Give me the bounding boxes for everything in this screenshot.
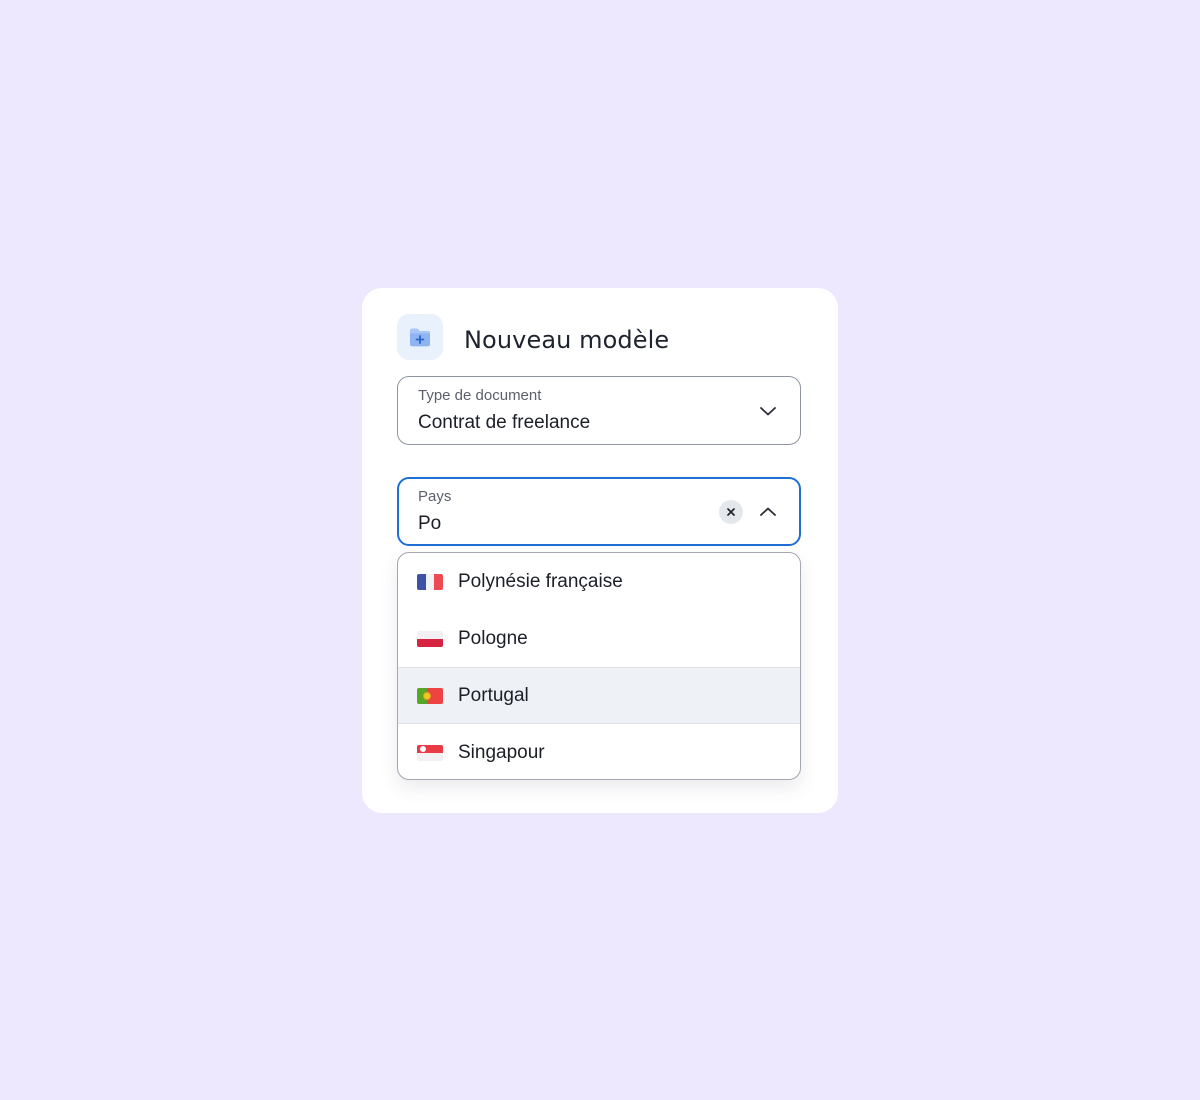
country-option-singapour[interactable]: Singapour [398,724,800,779]
add-folder-icon [397,314,443,360]
country-label: Pays [418,488,452,505]
country-dropdown-list: Polynésie française Pologne Portugal Sin… [397,552,801,780]
country-combobox[interactable]: Pays [397,477,801,546]
country-option-label: Portugal [458,684,529,706]
country-option-polynesie-francaise[interactable]: Polynésie française [398,553,800,610]
flag-singapore-icon [417,744,443,761]
country-option-label: Singapour [458,741,545,763]
new-template-card: Nouveau modèle Type de document Contrat … [362,288,838,813]
card-header: Nouveau modèle [397,314,669,360]
document-type-label: Type de document [418,387,542,404]
country-search-input[interactable] [418,513,698,535]
chevron-up-icon[interactable] [758,502,778,522]
flag-portugal-icon [417,687,443,704]
chevron-down-icon[interactable] [758,401,778,421]
flag-poland-icon [417,630,443,647]
flag-french-polynesia-icon [417,573,443,590]
document-type-value: Contrat de freelance [418,412,591,433]
clear-icon[interactable] [719,500,743,524]
country-option-label: Pologne [458,627,528,649]
country-option-pologne[interactable]: Pologne [398,610,800,667]
country-option-portugal[interactable]: Portugal [398,667,800,724]
page-title: Nouveau modèle [464,325,670,354]
country-option-label: Polynésie française [458,570,623,592]
document-type-select[interactable]: Type de document Contrat de freelance [397,376,801,445]
